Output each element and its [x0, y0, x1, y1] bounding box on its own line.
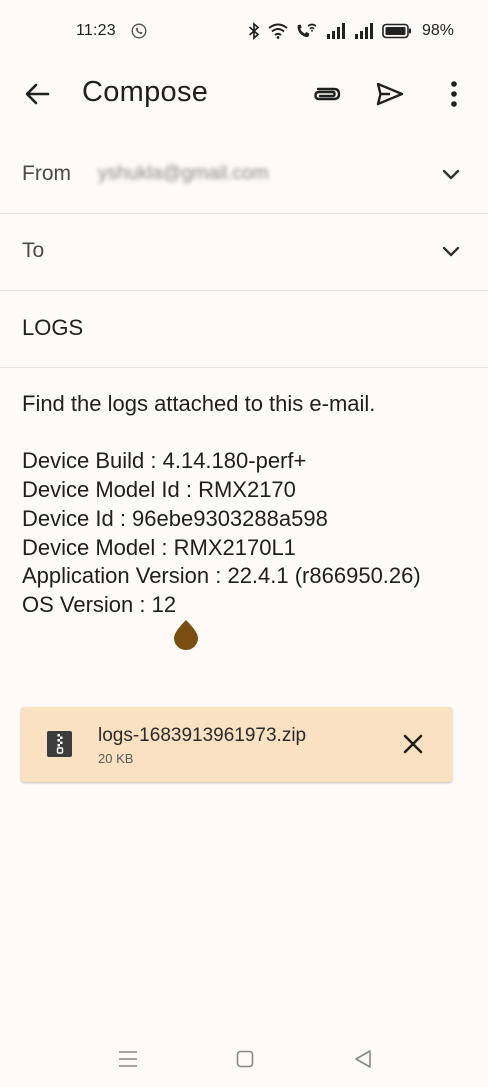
status-time: 11:23 [76, 22, 116, 39]
attachment-card[interactable]: logs-1683913961973.zip 20 KB [21, 707, 452, 782]
cursor-handle[interactable] [172, 618, 200, 650]
from-row[interactable]: From yshukla@gmail.com [0, 137, 488, 214]
from-address: yshukla@gmail.com [98, 163, 269, 184]
message-body[interactable]: Find the logs attached to this e-mail. D… [22, 390, 472, 620]
home-icon[interactable] [236, 1050, 254, 1068]
signal-icon [326, 23, 345, 39]
from-label: From [22, 162, 71, 185]
battery-icon [382, 23, 411, 39]
body-line-device-model: Device Model : RMX2170L1 [22, 534, 296, 560]
status-icons: 98% [248, 20, 454, 42]
signal-icon-2 [354, 23, 373, 39]
wifi-icon [268, 23, 288, 39]
system-nav-bar [0, 1030, 488, 1087]
to-row[interactable]: To [0, 214, 488, 291]
body-line-device-id: Device Id : 96ebe9303288a598 [22, 505, 328, 531]
compose-toolbar: Compose [0, 62, 488, 124]
attachment-filename: logs-1683913961973.zip [98, 725, 307, 746]
body-line-application-version: Application Version : 22.4.1 (r866950.26… [22, 563, 421, 589]
close-icon[interactable] [402, 733, 424, 755]
to-label: To [22, 239, 45, 262]
status-bar: 11:23 98% [0, 0, 488, 62]
zip-file-icon [47, 731, 72, 757]
back-icon[interactable] [353, 1049, 373, 1069]
send-icon[interactable] [374, 78, 406, 110]
chevron-down-icon[interactable] [440, 163, 462, 185]
body-line-device-model-id: Device Model Id : RMX2170 [22, 477, 296, 503]
more-vert-icon[interactable] [442, 78, 466, 110]
body-line-os-version: OS Version : 12 [22, 591, 177, 617]
call-icon [131, 23, 147, 39]
page-title: Compose [82, 76, 209, 108]
subject-field[interactable]: LOGS [0, 291, 488, 368]
body-intro: Find the logs attached to this e-mail. [22, 391, 376, 416]
battery-percent: 98% [421, 22, 454, 39]
wifi-calling-icon [297, 23, 317, 38]
back-arrow-icon[interactable] [22, 79, 52, 109]
subject-text[interactable]: LOGS [22, 315, 83, 341]
chevron-down-icon[interactable] [440, 240, 462, 262]
menu-icon[interactable] [118, 1050, 138, 1068]
body-line-device-build: Device Build : 4.14.180-perf+ [22, 448, 307, 474]
attach-icon[interactable] [310, 79, 342, 109]
attachment-size: 20 KB [98, 751, 134, 766]
bluetooth-icon [248, 22, 260, 40]
